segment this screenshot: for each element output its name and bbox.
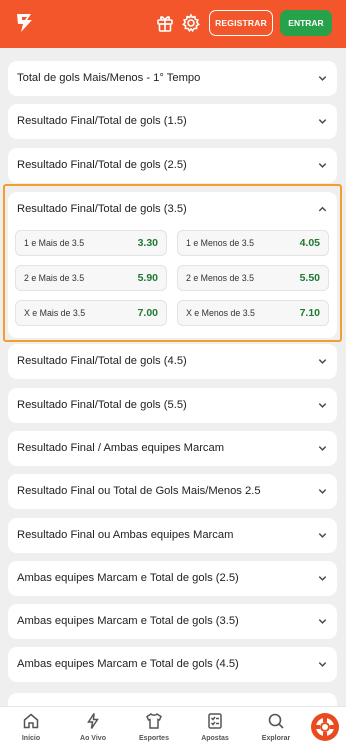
chevron-down-icon [318,163,327,168]
market-title: Resultado Final/Total de gols (4.5) [17,355,187,367]
chevron-down-icon [318,403,327,408]
betslip-icon [208,713,222,729]
chevron-down-icon [318,489,327,494]
chevron-down-icon [318,619,327,624]
gift-icon[interactable] [155,13,175,33]
market-title: Resultado Final/Total de gols (2.5) [17,159,187,171]
market-list: Total de gols Mais/Menos - 1° Tempo Resu… [0,48,346,706]
support-lifebuoy-icon[interactable] [310,712,340,742]
tab-label: Explorar [261,735,291,742]
market-item[interactable]: Resultado Final/Total de gols (5.5) [8,388,337,423]
chevron-down-icon [318,576,327,581]
market-item[interactable]: Total de gols Mais/Menos - 1° Tempo [8,61,337,96]
tab-label: Início [21,735,41,742]
jersey-icon [146,712,162,729]
tab-label: Apostas [201,735,229,742]
chevron-down-icon [318,359,327,364]
tab-label: Ao Vivo [80,735,106,742]
market-title: Resultado Final/Total de gols (1.5) [17,115,187,127]
settings-gear-icon[interactable] [181,13,201,33]
market-item[interactable]: Resultado Final/Total de gols (2.5) [8,148,337,183]
chevron-down-icon [318,662,327,667]
market-item[interactable]: Ambas equipes Marcam e Total de gols (3.… [8,604,337,639]
tab-label: Esportes [139,735,169,742]
market-item[interactable]: Resultado Final/Total de gols (1.5) [8,104,337,139]
market-title: Ambas equipes Marcam e Total de gols (3.… [17,615,239,627]
brand-logo[interactable] [14,12,36,34]
market-item[interactable]: Resultado Final ou Ambas equipes Marcam [8,518,337,553]
chevron-down-icon [318,533,327,538]
bottom-tab-bar: Início Ao Vivo Esportes Apostas Explorar [0,706,346,751]
market-title: Ambas equipes Marcam e Total de gols (2.… [17,572,239,584]
chevron-down-icon [318,76,327,81]
market-item[interactable]: Resultado Final ou Total de Gols Mais/Me… [8,474,337,509]
top-header: REGISTRAR ENTRAR [0,0,346,48]
tab-explorar[interactable]: Explorar [245,707,307,751]
home-icon [23,713,39,729]
lightning-icon [87,713,99,729]
tab-esportes[interactable]: Esportes [123,707,185,751]
market-item[interactable]: Ambas equipes Marcam e Total de gols (2.… [8,561,337,596]
market-title: Resultado Final ou Ambas equipes Marcam [17,529,234,541]
market-item[interactable]: Resultado Final / Ambas equipes Marcam [8,431,337,466]
search-icon [268,713,284,729]
market-item[interactable]: Resultado Final/Total de gols (4.5) [8,344,337,379]
register-button[interactable]: REGISTRAR [209,10,273,36]
login-button[interactable]: ENTRAR [280,10,332,36]
tab-inicio[interactable]: Início [0,707,62,751]
market-title: Resultado Final / Ambas equipes Marcam [17,442,225,454]
market-title: Resultado Final ou Total de Gols Mais/Me… [17,485,261,497]
chevron-down-icon [318,119,327,124]
tab-ao-vivo[interactable]: Ao Vivo [62,707,124,751]
market-title: Ambas equipes Marcam e Total de gols (4.… [17,658,239,670]
selection-highlight-frame [3,184,342,342]
chevron-down-icon [318,446,327,451]
market-title: Resultado Final/Total de gols (5.5) [17,399,187,411]
tab-apostas[interactable]: Apostas [184,707,246,751]
market-item[interactable]: Ambas equipes Marcam e Total de gols (4.… [8,647,337,682]
market-title: Total de gols Mais/Menos - 1° Tempo [17,72,201,84]
